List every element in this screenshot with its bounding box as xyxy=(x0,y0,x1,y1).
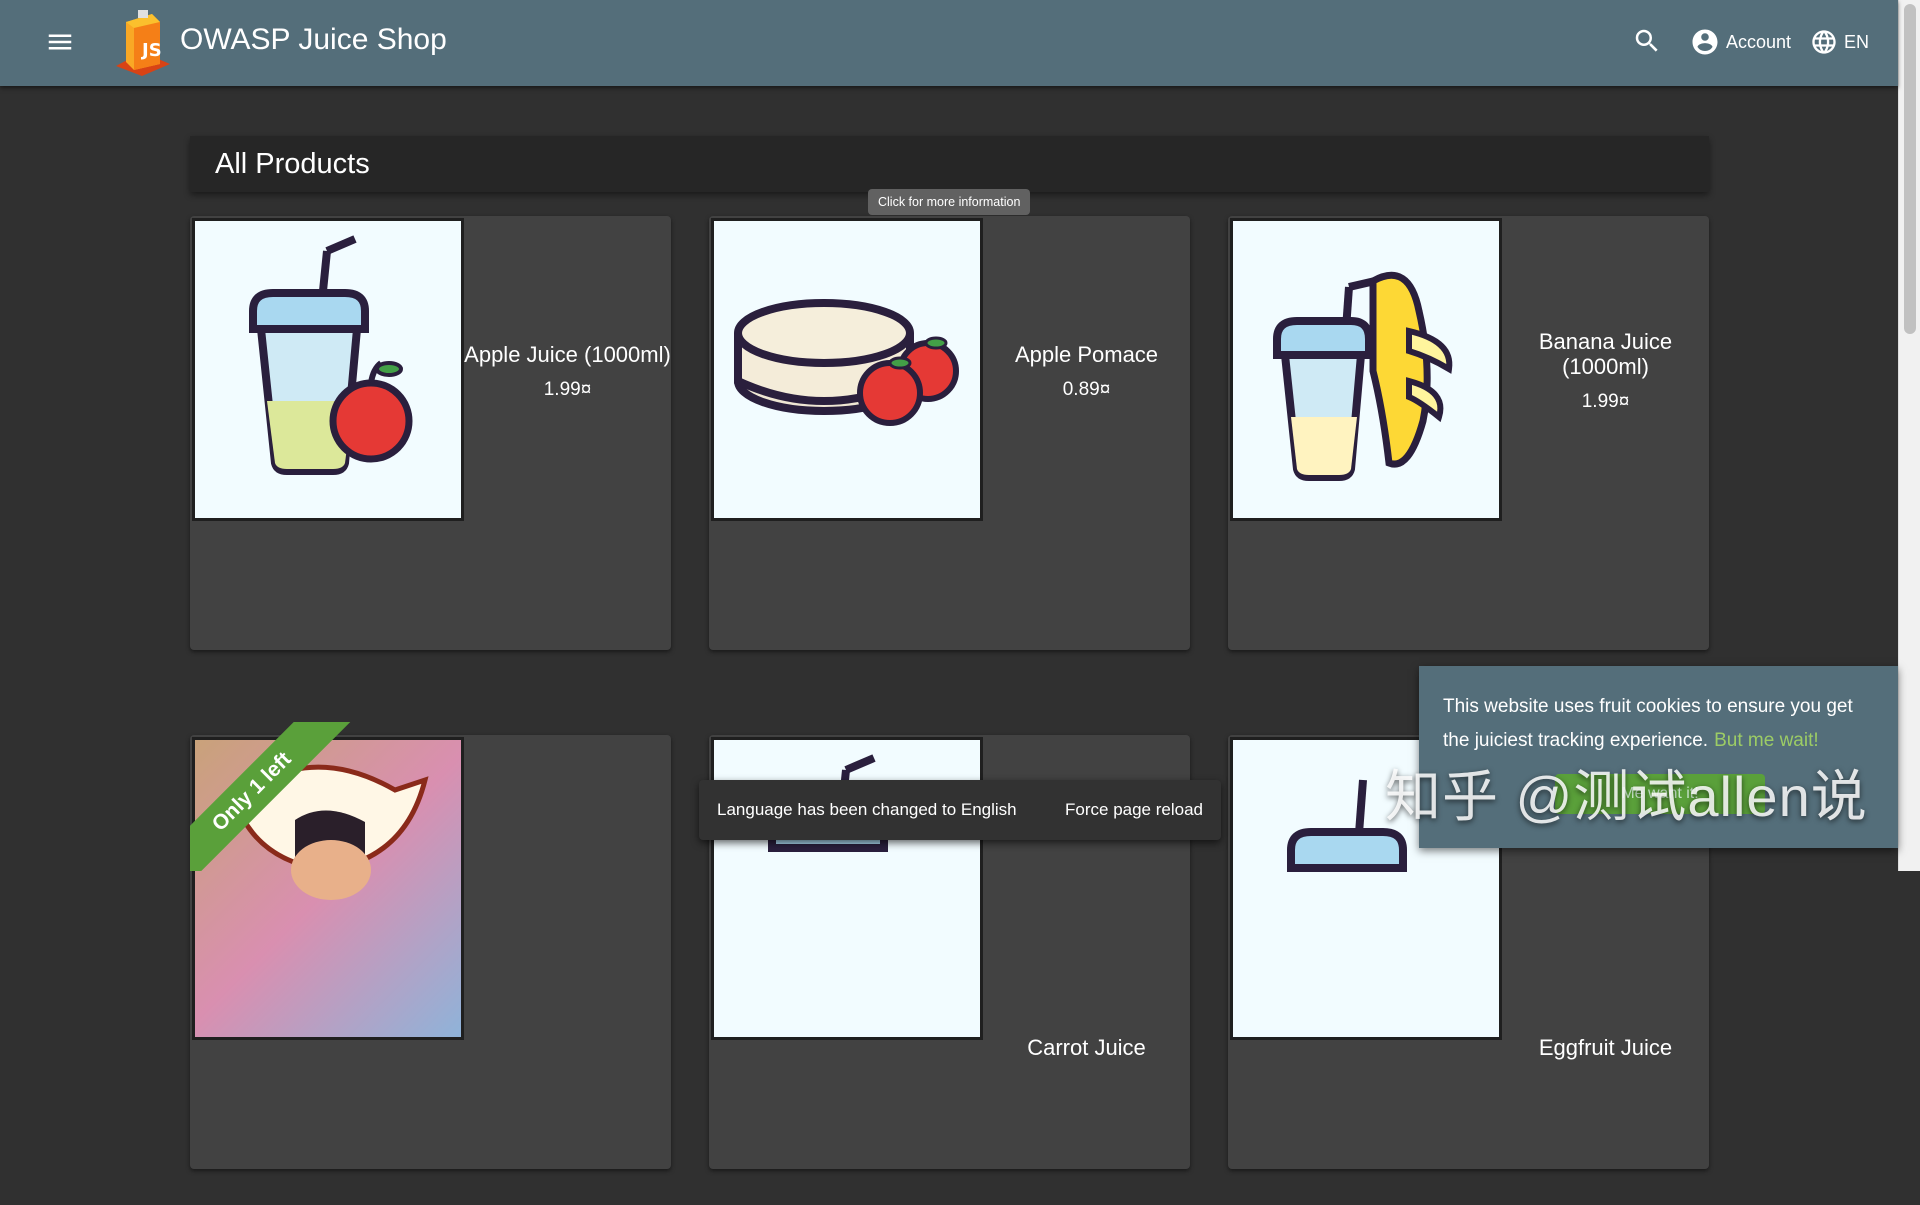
apple-pomace-image xyxy=(734,299,959,426)
product-info: Banana Juice (1000ml) 1.99¤ xyxy=(1502,216,1709,526)
product-card-apple-juice[interactable]: Apple Juice (1000ml) 1.99¤ xyxy=(190,216,671,650)
product-price: 0.89¤ xyxy=(1062,378,1111,400)
menu-icon xyxy=(48,34,72,50)
product-card-banana-juice[interactable]: Banana Juice (1000ml) 1.99¤ xyxy=(1228,216,1709,650)
product-tooltip: Click for more information xyxy=(868,189,1031,215)
product-card-apple-pomace[interactable]: Apple Pomace 0.89¤ xyxy=(709,216,1190,650)
product-card-best-juice-shop-salesman[interactable] xyxy=(190,735,671,1169)
page-title: All Products xyxy=(215,148,370,180)
products-heading-bar: All Products xyxy=(190,136,1709,192)
language-button[interactable]: EN xyxy=(1810,26,1869,58)
product-info: Apple Juice (1000ml) 1.99¤ xyxy=(464,216,671,526)
language-snackbar: Language has been changed to English For… xyxy=(699,780,1221,840)
product-info xyxy=(464,735,671,1045)
account-circle-icon xyxy=(1692,29,1718,55)
language-label: EN xyxy=(1844,31,1870,52)
menu-button[interactable] xyxy=(42,24,78,60)
cookie-dismiss-button[interactable]: Me want it! xyxy=(1555,774,1765,814)
account-button[interactable]: Account xyxy=(1690,26,1791,58)
product-name: Carrot Juice xyxy=(1027,1035,1146,1060)
account-label: Account xyxy=(1726,31,1792,52)
force-reload-button[interactable]: Force page reload xyxy=(1047,794,1203,826)
top-toolbar: JS OWASP Juice Shop Account EN xyxy=(0,0,1898,86)
page-scrollbar[interactable] xyxy=(1898,0,1920,871)
apple-juice-image xyxy=(249,235,413,475)
product-image-frame xyxy=(192,218,464,521)
search-icon[interactable] xyxy=(1632,26,1662,56)
snackbar-message: Language has been changed to English xyxy=(717,800,1017,819)
product-price: 1.99¤ xyxy=(543,378,592,400)
product-image-frame xyxy=(711,218,983,521)
app-title[interactable]: OWASP Juice Shop xyxy=(180,23,447,57)
product-name: Apple Pomace xyxy=(1014,341,1159,367)
product-info: Carrot Juice xyxy=(983,1035,1190,1205)
globe-icon xyxy=(1812,30,1836,54)
svg-text:JS: JS xyxy=(140,40,162,61)
salesman-artwork-image xyxy=(232,764,429,900)
product-image-frame xyxy=(192,737,464,1040)
product-info: Eggfruit Juice xyxy=(1502,1035,1709,1205)
banana-juice-image xyxy=(1273,271,1453,481)
product-info: Apple Pomace 0.89¤ xyxy=(983,216,1190,526)
cookie-learn-more-link[interactable]: But me wait! xyxy=(1714,730,1819,751)
scrollbar-thumb[interactable] xyxy=(1904,4,1916,334)
cookie-consent-banner: This website uses fruit cookies to ensur… xyxy=(1419,666,1898,848)
product-price: 1.99¤ xyxy=(1581,391,1630,412)
product-name: Apple Juice (1000ml) xyxy=(464,341,671,367)
product-image-frame xyxy=(1230,218,1502,521)
product-name: Eggfruit Juice xyxy=(1538,1035,1673,1060)
juice-shop-logo[interactable]: JS xyxy=(112,8,174,76)
product-name: Banana Juice (1000ml) xyxy=(1538,329,1673,379)
